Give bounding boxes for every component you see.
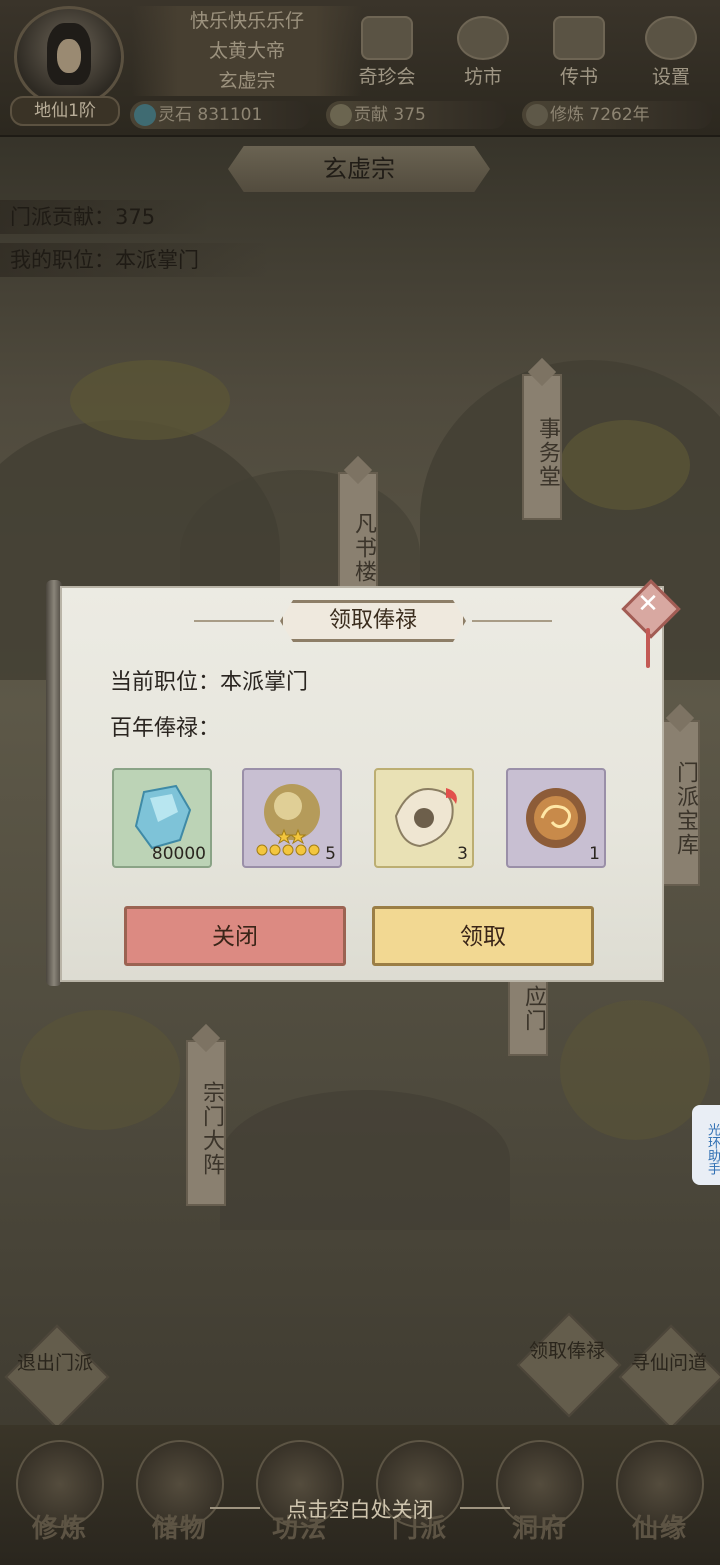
gear-icon: [645, 16, 697, 60]
current-position-text: 当前职位：本派掌门: [110, 670, 309, 695]
market-icon: [457, 16, 509, 60]
pavilion-silhouette: [220, 1090, 510, 1230]
reward-label: 百年俸禄：: [110, 716, 221, 741]
salary-dialog: 领取俸禄 当前职位：本派掌门 百年俸禄： 80000 5 3 1 关闭 领取 ✕: [46, 579, 681, 986]
top-header: 地仙1阶 快乐快乐乐仔 太黄大帝 玄虚宗 奇珍会 坊市 传书 设置 灵石 831…: [0, 0, 720, 137]
player-name: 快乐快乐乐仔: [132, 6, 362, 36]
title-line-right: [472, 620, 552, 622]
messages-button[interactable]: 传书: [534, 16, 624, 88]
cultivation-icon: [526, 104, 548, 126]
spirit-stone-counter: 灵石 831101: [130, 101, 310, 129]
assistant-tab[interactable]: 光环助手: [692, 1105, 720, 1185]
reward-item[interactable]: 1: [506, 768, 606, 868]
reward-item[interactable]: 5: [242, 768, 342, 868]
settings-button[interactable]: 设置: [626, 16, 716, 88]
contribution-icon: [330, 104, 352, 126]
contribution-counter: 贡献 375: [326, 101, 506, 129]
realm-badge: 地仙1阶: [10, 96, 120, 126]
treasure-fair-button[interactable]: 奇珍会: [342, 16, 432, 88]
treasure-icon: [361, 16, 413, 60]
dialog-title: 领取俸禄: [328, 608, 417, 633]
leave-sect-button[interactable]: 退出门派: [4, 1324, 110, 1430]
player-sect: 玄虚宗: [132, 66, 362, 96]
scroll-icon: [553, 16, 605, 60]
market-button[interactable]: 坊市: [438, 16, 528, 88]
sect-contribution: 门派贡献：375: [0, 200, 210, 234]
tap-to-close-hint[interactable]: 点击空白处关闭: [200, 1494, 520, 1524]
collect-salary-button[interactable]: 领取俸禄: [516, 1312, 622, 1418]
seek-immortal-button[interactable]: 寻仙问道: [618, 1324, 720, 1430]
sect-position: 我的职位：本派掌门: [0, 243, 270, 277]
tree-cluster: [70, 360, 230, 440]
claim-button[interactable]: 领取: [372, 906, 594, 966]
nav-cultivate[interactable]: 修炼: [10, 1440, 110, 1560]
cultivation-counter: 修炼 7262年: [522, 101, 712, 129]
dialog-paper: 领取俸禄 当前职位：本派掌门 百年俸禄： 80000 5 3 1 关闭 领取: [60, 586, 664, 982]
nav-fate[interactable]: 仙缘: [610, 1440, 710, 1560]
close-icon: ✕: [637, 589, 659, 619]
dialog-title-ribbon: 领取俸禄: [280, 600, 466, 642]
tree-cluster: [560, 420, 690, 510]
sect-title-plaque: 玄虚宗: [228, 146, 490, 192]
avatar[interactable]: [14, 6, 124, 108]
reward-item[interactable]: 80000: [112, 768, 212, 868]
banner-formation[interactable]: 宗门大阵: [186, 1040, 226, 1206]
spirit-stone-icon: [134, 104, 156, 126]
tassel-decoration: [646, 628, 650, 668]
close-button[interactable]: 关闭: [124, 906, 346, 966]
tree-cluster: [20, 1010, 180, 1130]
tree-cluster: [560, 1000, 710, 1140]
reward-item[interactable]: 3: [374, 768, 474, 868]
player-title: 太黄大帝: [132, 36, 362, 66]
dialog-close-button[interactable]: ✕: [621, 579, 681, 639]
banner-affairs-hall[interactable]: 事务堂: [522, 374, 562, 520]
title-line-left: [194, 620, 274, 622]
